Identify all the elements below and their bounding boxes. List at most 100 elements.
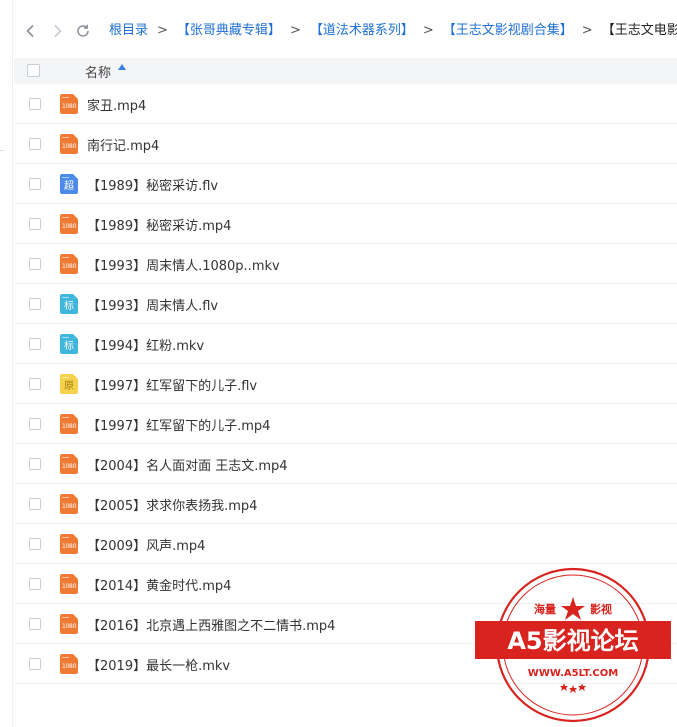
file-type-label: 原: [64, 381, 74, 392]
left-panel-divider: [12, 0, 13, 727]
sort-ascending-icon[interactable]: [118, 64, 126, 70]
file-type-label: 1080: [61, 463, 77, 470]
file-row-checkbox[interactable]: [29, 618, 41, 630]
file-name[interactable]: 南行记.mp4: [87, 135, 159, 154]
file-type-label: 1080: [61, 583, 77, 590]
a5-forum-watermark-stamp: 海量 影视 A5影视论坛 WWW.A5LT.COM: [475, 567, 671, 723]
file-row-checkbox[interactable]: [29, 498, 41, 510]
select-all-checkbox[interactable]: [27, 64, 40, 77]
file-name[interactable]: 【2019】最长一枪.mkv: [87, 655, 230, 674]
file-row-checkbox[interactable]: [29, 458, 41, 470]
super-hd-icon: 超: [60, 174, 78, 194]
file-row-checkbox[interactable]: [29, 138, 41, 150]
file-type-label: 1080: [61, 103, 77, 110]
file-row[interactable]: 标 【1993】周末情人.flv: [14, 284, 677, 324]
file-type-label: 1080: [61, 543, 77, 550]
watermark-top-right-text: 影视: [590, 602, 612, 616]
file-row-checkbox[interactable]: [29, 98, 41, 110]
file-row[interactable]: 1080 【1997】红军留下的儿子.mp4: [14, 404, 677, 444]
file-row[interactable]: 1080 南行记.mp4: [14, 124, 677, 164]
file-row[interactable]: 1080 家丑.mp4: [14, 84, 677, 124]
file-row[interactable]: 1080 【2004】名人面对面 王志文.mp4: [14, 444, 677, 484]
file-row-checkbox[interactable]: [29, 658, 41, 670]
refresh-button[interactable]: [70, 18, 96, 44]
file-name[interactable]: 【1997】红军留下的儿子.flv: [87, 375, 257, 394]
back-button[interactable]: [18, 18, 44, 44]
file-row-checkbox[interactable]: [29, 258, 41, 270]
file-row-checkbox[interactable]: [29, 338, 41, 350]
file-type-label: 1080: [61, 663, 77, 670]
file-name[interactable]: 【2016】北京遇上西雅图之不二情书.mp4: [87, 615, 335, 634]
file-name[interactable]: 【1993】周末情人.1080p..mkv: [87, 255, 280, 274]
file-type-label: 1080: [61, 223, 77, 230]
file-name[interactable]: 【2009】风声.mp4: [87, 535, 205, 554]
file-row[interactable]: 1080 【1993】周末情人.1080p..mkv: [14, 244, 677, 284]
breadcrumb: 根目录 > 【张哥典藏专辑】 > 【道法术器系列】 > 【王志文影视剧合集】 > 【王志文电影】: [109, 21, 677, 41]
file-row-checkbox[interactable]: [29, 418, 41, 430]
file-row-checkbox[interactable]: [29, 178, 41, 190]
breadcrumb-zhangge-collection[interactable]: 【张哥典藏专辑】: [177, 23, 281, 38]
file-row[interactable]: 1080 【1989】秘密采访.mp4: [14, 204, 677, 244]
video-file-icon: 1080: [60, 654, 78, 674]
refresh-icon: [77, 24, 89, 37]
file-row[interactable]: 1080 【2009】风声.mp4: [14, 524, 677, 564]
file-type-label: 1080: [61, 263, 77, 270]
forward-button[interactable]: [44, 18, 70, 44]
video-file-icon: 1080: [60, 494, 78, 514]
breadcrumb-root[interactable]: 根目录: [109, 23, 148, 38]
standard-def-icon: 标: [60, 294, 78, 314]
video-file-icon: 1080: [60, 94, 78, 114]
breadcrumb-separator: >: [581, 23, 593, 38]
left-panel-tick: [0, 150, 4, 151]
video-file-icon: 1080: [60, 534, 78, 554]
star-icon: [578, 683, 586, 691]
file-list-header: 名称: [14, 58, 677, 84]
star-icon: [560, 683, 568, 691]
file-type-label: 标: [64, 341, 74, 352]
breadcrumb-daofa-series[interactable]: 【道法术器系列】: [310, 23, 414, 38]
file-row[interactable]: 超 【1989】秘密采访.flv: [14, 164, 677, 204]
file-row[interactable]: 标 【1994】红粉.mkv: [14, 324, 677, 364]
breadcrumb-current-folder: 【王志文电影】: [601, 23, 677, 38]
file-name[interactable]: 【1989】秘密采访.flv: [87, 175, 218, 194]
file-name[interactable]: 【1993】周末情人.flv: [87, 295, 218, 314]
original-quality-icon: 原: [60, 374, 78, 394]
file-row-checkbox[interactable]: [29, 218, 41, 230]
breadcrumb-wangzhiwen-collection[interactable]: 【王志文影视剧合集】: [443, 23, 573, 38]
file-name[interactable]: 【1989】秘密采访.mp4: [87, 215, 231, 234]
file-name[interactable]: 家丑.mp4: [87, 95, 146, 114]
file-row[interactable]: 1080 【2005】求求你表扬我.mp4: [14, 484, 677, 524]
standard-def-icon: 标: [60, 334, 78, 354]
file-name[interactable]: 【1994】红粉.mkv: [87, 335, 204, 354]
file-row[interactable]: 原 【1997】红军留下的儿子.flv: [14, 364, 677, 404]
video-file-icon: 1080: [60, 454, 78, 474]
file-name[interactable]: 【2005】求求你表扬我.mp4: [87, 495, 257, 514]
file-type-label: 标: [64, 301, 74, 312]
chevron-right-icon: [54, 24, 62, 38]
chevron-left-icon: [26, 24, 34, 38]
video-file-icon: 1080: [60, 414, 78, 434]
file-row-checkbox[interactable]: [29, 578, 41, 590]
file-row-checkbox[interactable]: [29, 298, 41, 310]
file-name[interactable]: 【2004】名人面对面 王志文.mp4: [87, 455, 288, 474]
video-file-icon: 1080: [60, 574, 78, 594]
breadcrumb-separator: >: [422, 23, 434, 38]
column-header-name[interactable]: 名称: [85, 62, 111, 81]
star-icon: [569, 685, 577, 693]
file-name[interactable]: 【1997】红军留下的儿子.mp4: [87, 415, 270, 434]
watermark-url: WWW.A5LT.COM: [528, 668, 618, 679]
video-file-icon: 1080: [60, 214, 78, 234]
video-file-icon: 1080: [60, 614, 78, 634]
star-icon: [561, 597, 585, 620]
file-row-checkbox[interactable]: [29, 378, 41, 390]
file-type-label: 1080: [61, 623, 77, 630]
file-type-label: 超: [64, 181, 74, 192]
file-type-label: 1080: [61, 143, 77, 150]
file-name[interactable]: 【2014】黄金时代.mp4: [87, 575, 231, 594]
breadcrumb-separator: >: [289, 23, 301, 38]
navigation-bar: 根目录 > 【张哥典藏专辑】 > 【道法术器系列】 > 【王志文影视剧合集】 > 【王志文电影】: [0, 0, 677, 58]
breadcrumb-separator: >: [157, 23, 168, 38]
video-file-icon: 1080: [60, 254, 78, 274]
file-row-checkbox[interactable]: [29, 538, 41, 550]
watermark-title: A5影视论坛: [507, 627, 638, 655]
